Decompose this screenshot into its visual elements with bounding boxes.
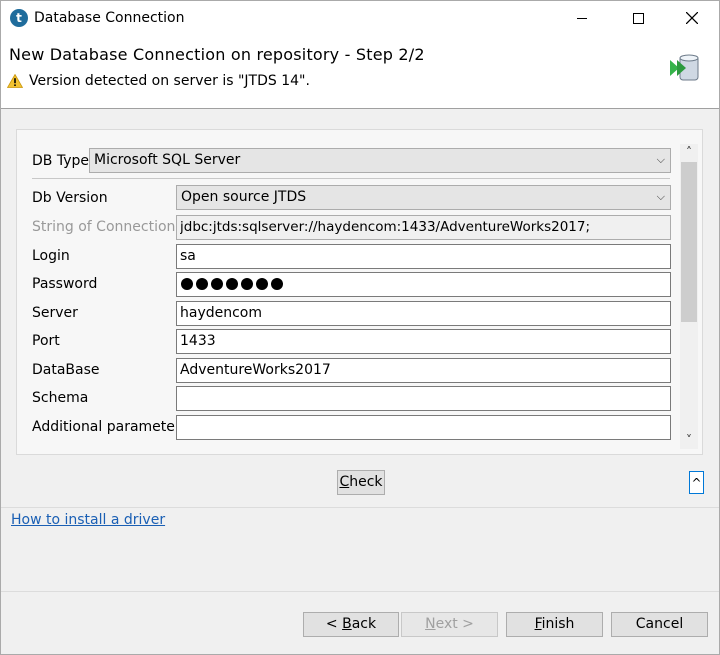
form-separator [32,178,670,179]
schema-field[interactable] [176,386,671,411]
scroll-up-icon[interactable]: ˄ [680,144,698,161]
close-icon [686,12,698,24]
next-mnemonic: N [425,616,436,632]
password-dot [211,278,223,290]
cancel-button[interactable]: Cancel [611,612,708,637]
password-dot [226,278,238,290]
database-value: AdventureWorks2017 [180,362,331,378]
minimize-button[interactable] [559,1,605,35]
dialog-window: t Database Connection New Database Conne… [0,0,720,655]
connection-string-label: String of Connection [32,219,176,235]
maximize-button[interactable] [615,1,661,35]
connection-string-field[interactable]: jdbc:jtds:sqlserver://haydencom:1433/Adv… [176,215,671,240]
finish-mnemonic: F [534,616,542,632]
additional-parameters-field[interactable] [176,415,671,440]
port-label: Port [32,333,60,349]
server-label: Server [32,305,78,321]
finish-label: inish [541,616,575,632]
password-dot [181,278,193,290]
port-value: 1433 [180,333,216,349]
db-version-label: Db Version [32,190,108,206]
chevron-down-icon: ⌵ [656,190,665,203]
app-logo-icon: t [10,9,28,27]
check-button[interactable]: Check [337,470,385,495]
next-button[interactable]: Next > [401,612,498,637]
login-label: Login [32,248,70,264]
install-driver-link[interactable]: How to install a driver [11,512,165,528]
login-field[interactable]: sa [176,244,671,269]
form-scrollbar[interactable]: ˄ ˅ [680,144,698,449]
password-dot [256,278,268,290]
chevron-down-icon: ⌵ [656,153,665,166]
password-mask [181,278,283,290]
finish-button[interactable]: Finish [506,612,603,637]
login-value: sa [180,248,196,264]
db-version-value: Open source JTDS [181,189,307,205]
db-type-value: Microsoft SQL Server [94,152,241,168]
next-label: ext > [435,616,474,632]
additional-parameters-label: Additional parameters [32,419,188,435]
connection-string-value: jdbc:jtds:sqlserver://haydencom:1433/Adv… [180,219,591,235]
password-dot [271,278,283,290]
scroll-down-icon[interactable]: ˅ [680,432,698,449]
maximize-icon [632,12,644,24]
database-connection-icon [670,54,699,81]
schema-label: Schema [32,390,89,406]
header-message: Version detected on server is "JTDS 14". [29,73,310,89]
minimize-icon [577,17,587,19]
window-title: Database Connection [34,10,185,26]
server-field[interactable]: haydencom [176,301,671,326]
back-mnemonic: B [342,616,352,632]
server-value: haydencom [180,305,263,321]
check-label: heck [349,474,383,490]
back-label: ack [351,616,377,632]
divider [1,591,719,592]
db-version-select[interactable]: Open source JTDS ⌵ [176,185,671,210]
password-dot [241,278,253,290]
scrollbar-thumb[interactable] [681,162,697,322]
check-mnemonic: C [339,474,350,490]
page-title: New Database Connection on repository - … [9,45,425,64]
db-type-select[interactable]: Microsoft SQL Server ⌵ [89,148,671,173]
password-field[interactable] [176,272,671,297]
db-type-label: DB Type [32,153,89,169]
wizard-header: New Database Connection on repository - … [1,37,719,109]
database-label: DataBase [32,362,100,378]
database-field[interactable]: AdventureWorks2017 [176,358,671,383]
divider [1,507,719,508]
collapse-button[interactable]: ^ [689,471,704,494]
back-prefix: < [325,616,343,632]
close-button[interactable] [669,1,715,35]
password-dot [196,278,208,290]
warning-icon [7,74,23,88]
title-bar: t Database Connection [1,1,719,37]
password-label: Password [32,276,98,292]
port-field[interactable]: 1433 [176,329,671,354]
back-button[interactable]: < Back [303,612,399,637]
